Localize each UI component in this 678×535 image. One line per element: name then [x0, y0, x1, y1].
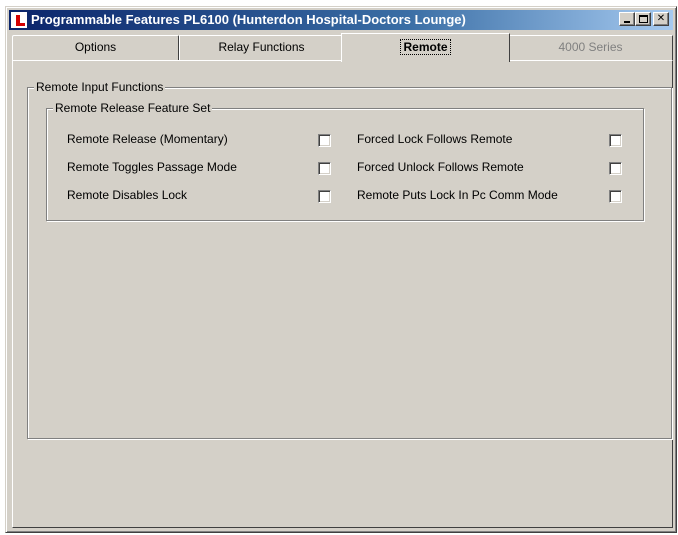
- tab-4000-series-label: 4000 Series: [558, 40, 623, 54]
- remote-input-functions-group: Remote Input Functions Remote Release Fe…: [27, 80, 672, 439]
- remote-disables-lock-checkbox[interactable]: [318, 190, 331, 203]
- remote-disables-lock-label[interactable]: Remote Disables Lock: [67, 188, 187, 202]
- close-icon: ✕: [656, 13, 666, 24]
- tab-relay-functions-label: Relay Functions: [218, 40, 305, 54]
- remote-release-momentary-label[interactable]: Remote Release (Momentary): [67, 132, 228, 146]
- tab-remote-label: Remote: [400, 39, 451, 55]
- remote-release-feature-set-group: Remote Release Feature Set Remote Releas…: [46, 101, 644, 221]
- remote-tab-panel: Remote Input Functions Remote Release Fe…: [12, 60, 673, 528]
- forced-unlock-follows-remote-checkbox[interactable]: [609, 162, 622, 175]
- forced-unlock-follows-remote-label[interactable]: Forced Unlock Follows Remote: [357, 160, 524, 174]
- tab-relay-functions[interactable]: Relay Functions: [179, 35, 344, 60]
- close-button[interactable]: ✕: [653, 12, 669, 26]
- maximize-icon: [639, 15, 648, 23]
- remote-input-functions-title: Remote Input Functions: [34, 80, 166, 94]
- forced-lock-follows-remote-checkbox[interactable]: [609, 134, 622, 147]
- tab-options-label: Options: [74, 40, 117, 54]
- tab-remote[interactable]: Remote: [341, 33, 510, 62]
- minimize-icon: [624, 21, 630, 23]
- remote-puts-lock-in-pc-comm-mode-checkbox[interactable]: [609, 190, 622, 203]
- remote-release-momentary-checkbox[interactable]: [318, 134, 331, 147]
- minimize-button[interactable]: [619, 12, 635, 26]
- title-bar[interactable]: Programmable Features PL6100 (Hunterdon …: [9, 10, 673, 30]
- tab-4000-series[interactable]: 4000 Series: [508, 35, 673, 60]
- remote-puts-lock-in-pc-comm-mode-label[interactable]: Remote Puts Lock In Pc Comm Mode: [357, 188, 558, 202]
- app-logo-icon[interactable]: [11, 12, 27, 28]
- maximize-button[interactable]: [635, 12, 651, 26]
- remote-toggles-passage-mode-label[interactable]: Remote Toggles Passage Mode: [67, 160, 237, 174]
- tab-options[interactable]: Options: [12, 35, 179, 60]
- remote-toggles-passage-mode-checkbox[interactable]: [318, 162, 331, 175]
- forced-lock-follows-remote-label[interactable]: Forced Lock Follows Remote: [357, 132, 512, 146]
- remote-release-feature-set-title: Remote Release Feature Set: [53, 101, 213, 115]
- window-title: Programmable Features PL6100 (Hunterdon …: [31, 12, 466, 27]
